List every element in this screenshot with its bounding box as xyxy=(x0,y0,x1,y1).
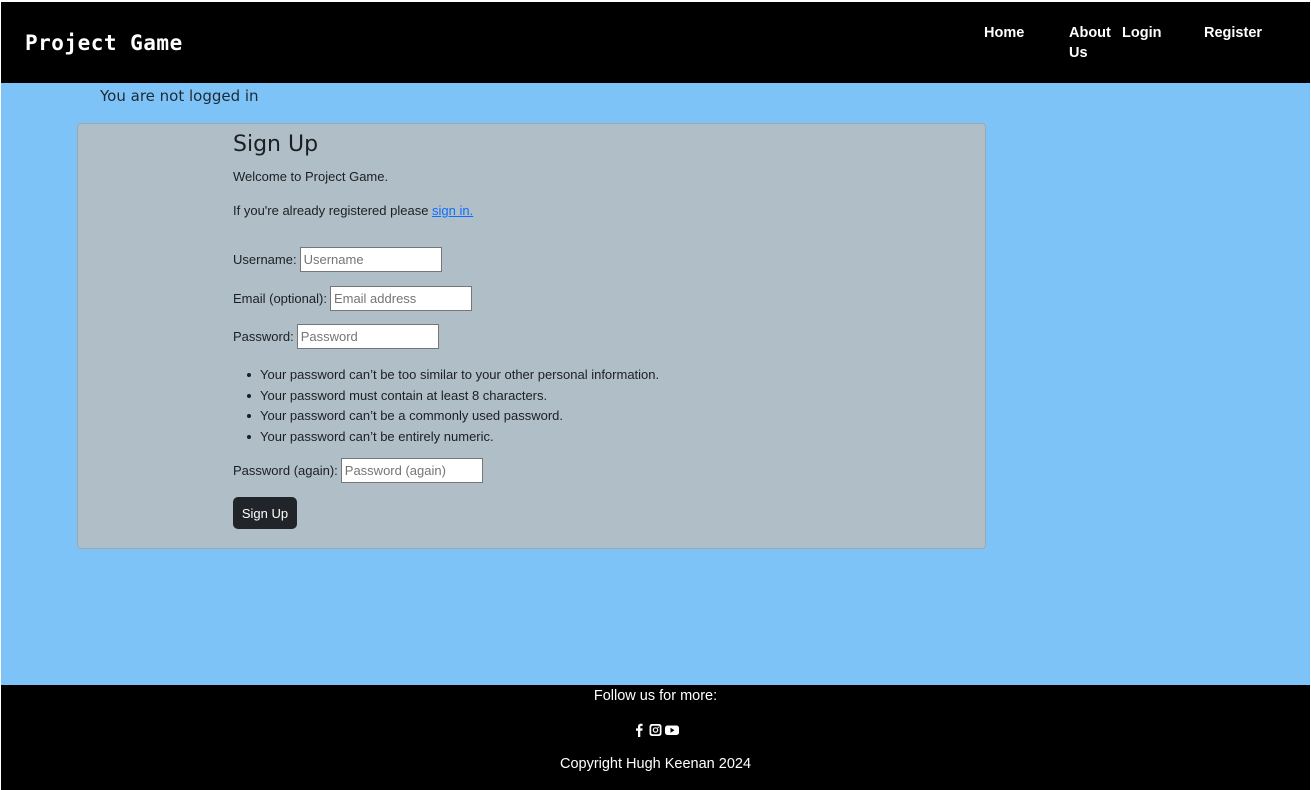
nav-register[interactable]: Register xyxy=(1204,23,1262,43)
instagram-icon[interactable] xyxy=(649,723,662,737)
copyright-text: Copyright Hugh Keenan 2024 xyxy=(559,756,752,772)
password-rule: Your password can’t be entirely numeric. xyxy=(246,427,659,448)
password-label: Password: xyxy=(233,329,294,344)
social-links xyxy=(1,723,1310,737)
password-row: Password: xyxy=(233,324,439,349)
nav-home[interactable]: Home xyxy=(984,23,1024,43)
username-label: Username: xyxy=(233,252,297,267)
already-registered-text: If you're already registered please sign… xyxy=(233,203,473,218)
signup-card: Sign Up Welcome to Project Game. If you'… xyxy=(77,123,986,549)
login-status: You are not logged in xyxy=(100,87,259,105)
navbar: Project Game Home About Us Login Registe… xyxy=(1,2,1310,83)
brand-logo[interactable]: Project Game xyxy=(25,31,183,55)
password-again-row: Password (again): xyxy=(233,458,483,483)
page-title: Sign Up xyxy=(233,132,319,157)
username-row: Username: xyxy=(233,247,442,272)
password-rule: Your password can’t be too similar to yo… xyxy=(246,365,659,386)
username-input[interactable] xyxy=(299,247,442,272)
password-rules: Your password can’t be too similar to yo… xyxy=(246,365,659,447)
already-registered-prefix: If you're already registered please xyxy=(233,203,433,218)
welcome-text: Welcome to Project Game. xyxy=(233,169,389,184)
nav-about-us[interactable]: About Us xyxy=(1069,23,1117,63)
email-label: Email (optional): xyxy=(233,291,327,306)
youtube-icon[interactable] xyxy=(665,723,679,737)
sign-in-link[interactable]: sign in. xyxy=(432,203,473,218)
nav-login[interactable]: Login xyxy=(1122,23,1161,43)
email-row: Email (optional): xyxy=(233,286,472,311)
sign-up-button[interactable]: Sign Up xyxy=(233,497,297,529)
password-rule: Your password must contain at least 8 ch… xyxy=(246,386,659,407)
page: Project Game Home About Us Login Registe… xyxy=(1,2,1310,790)
password-rule: Your password can’t be a commonly used p… xyxy=(246,406,659,427)
follow-text: Follow us for more: xyxy=(593,688,718,704)
facebook-icon[interactable] xyxy=(633,723,646,737)
password-again-input[interactable] xyxy=(340,458,483,483)
password-input[interactable] xyxy=(296,324,439,349)
footer: Follow us for more: Copyright Hugh Keena… xyxy=(1,685,1310,790)
email-input[interactable] xyxy=(329,286,472,311)
password-again-label: Password (again): xyxy=(233,463,338,478)
